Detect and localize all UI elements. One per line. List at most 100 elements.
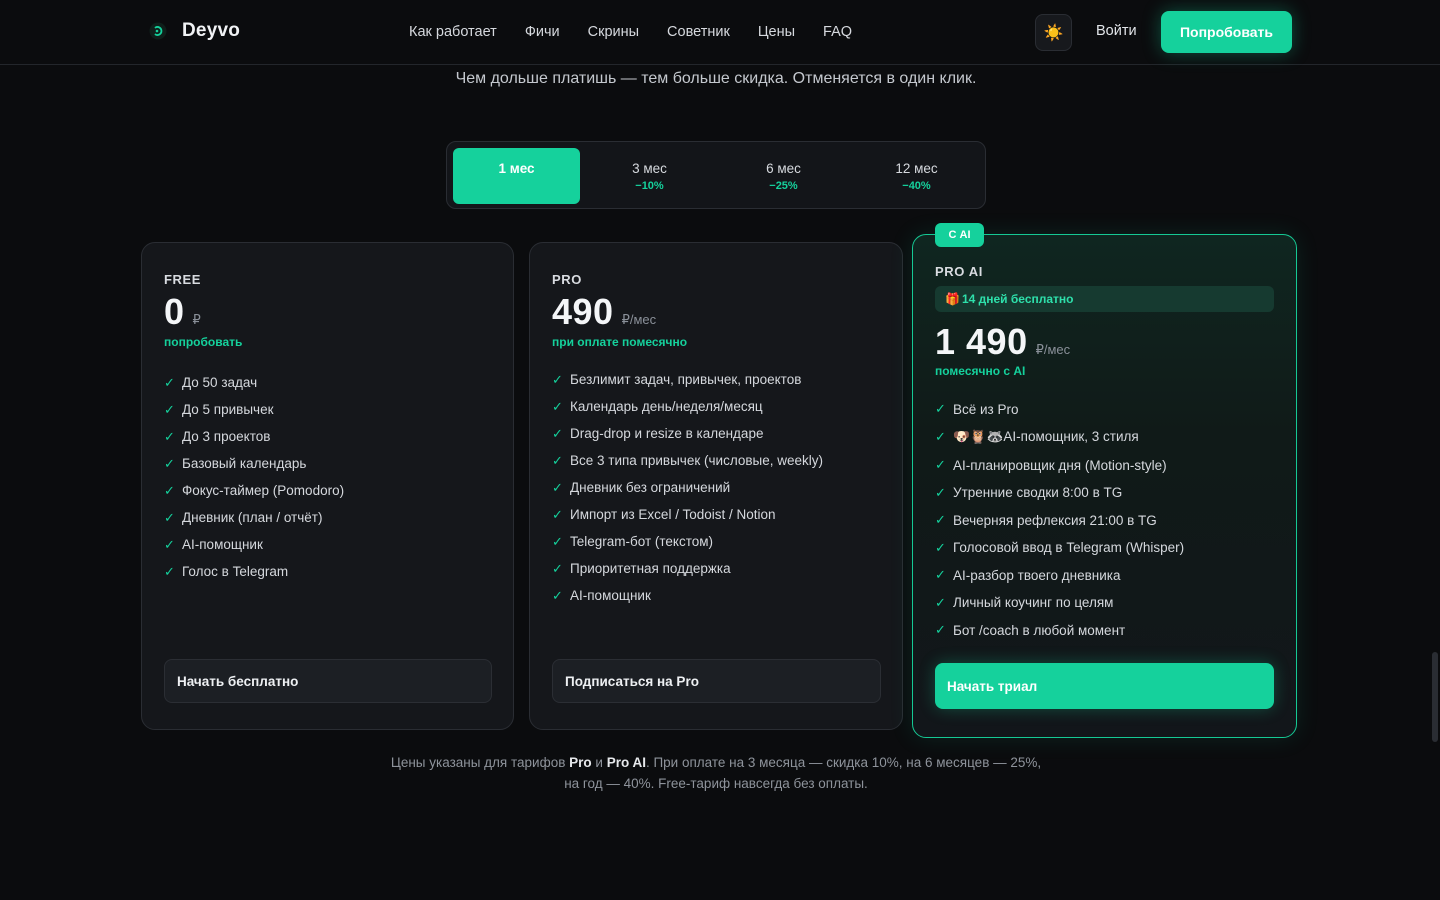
footnote-pro: Pro xyxy=(569,755,592,770)
nav-screenshots[interactable]: Скрины xyxy=(574,24,653,40)
feature-item: ✓ Дневник (план / отчёт) xyxy=(164,509,323,526)
gift-icon: 🎁 xyxy=(945,292,960,306)
feature-item: ✓ AI-помощник xyxy=(164,536,263,553)
check-icon: ✓ xyxy=(552,371,563,387)
feature-item: ✓ Безлимит задач, привычек, проектов xyxy=(552,371,802,388)
check-icon: ✓ xyxy=(552,560,563,576)
sun-icon: ☀️ xyxy=(1043,24,1064,42)
feature-item: ✓ До 3 проектов xyxy=(164,428,271,445)
check-icon: ✓ xyxy=(164,563,175,579)
period-label: 1 мес xyxy=(498,160,535,176)
check-icon: ✓ xyxy=(552,452,563,468)
main-nav: Как работает Фичи Скрины Советник Цены F… xyxy=(395,0,866,64)
feature-item: ✓ Drag-drop и resize в календаре xyxy=(552,425,764,442)
period-discount: −10% xyxy=(635,179,664,192)
feature-item: ✓ AI-помощник xyxy=(552,587,651,604)
nav-features[interactable]: Фичи xyxy=(511,24,574,40)
start-trial-button[interactable]: Начать триал xyxy=(935,663,1274,709)
plan-price-row: 1 490 ₽/мес xyxy=(935,321,1070,363)
plan-feature-list: ✓ Безлимит задач, привычек, проектов ✓ Кал… xyxy=(552,366,823,609)
plan-name: PRO xyxy=(552,272,582,287)
feature-item: ✓ Голосовой ввод в Telegram (Whisper) xyxy=(935,539,1185,556)
feature-item: ✓ Вечерняя рефлексия 21:00 в TG xyxy=(935,512,1157,528)
plan-price-note: попробовать xyxy=(164,335,243,349)
ai-badge: С AI xyxy=(935,223,984,247)
nav-how-it-works[interactable]: Как работает xyxy=(395,24,511,40)
plan-price: 0 xyxy=(164,291,185,332)
plan-price-note: помесячно с AI xyxy=(935,364,1026,378)
plan-card-free: FREE 0 ₽ попробовать ✓ До 50 задач ✓ До 5 … xyxy=(141,242,514,730)
period-discount: −25% xyxy=(769,179,798,192)
feature-item: ✓ Всё из Pro xyxy=(935,401,1019,417)
check-icon: ✓ xyxy=(164,482,175,498)
check-icon: ✓ xyxy=(935,484,946,500)
feature-item: ✓ 🐶🦉🦝AI-помощник, 3 стиля xyxy=(935,429,1139,444)
period-1-month[interactable]: 1 мес xyxy=(453,148,580,204)
check-icon: ✓ xyxy=(935,622,946,637)
period-discount: −40% xyxy=(902,179,931,192)
subscribe-pro-button[interactable]: Подписаться на Pro xyxy=(552,659,881,703)
page-scrollbar[interactable] xyxy=(1432,652,1438,742)
check-icon: ✓ xyxy=(164,536,175,552)
feature-item: ✓ Бот /coach в любой момент xyxy=(935,622,1126,638)
check-icon: ✓ xyxy=(552,425,563,441)
brand-name: Deyvo xyxy=(182,20,241,41)
check-icon: ✓ xyxy=(164,455,175,471)
plan-feature-list: ✓ До 50 задач ✓ До 5 привычек ✓ До 3 проект… xyxy=(164,369,344,585)
trial-text: 14 дней бесплатно xyxy=(961,292,1074,306)
top-header: Deyvo Как работает Фичи Скрины Советник … xyxy=(0,0,1440,65)
billing-period-switcher: 1 мес 3 мес −10% 6 мес −25% 12 мес −40% xyxy=(446,141,986,209)
try-button[interactable]: Попробовать xyxy=(1161,11,1292,53)
plan-price: 1 490 xyxy=(935,321,1028,362)
check-icon: ✓ xyxy=(164,401,175,417)
check-icon: ✓ xyxy=(552,533,563,549)
feature-item: ✓ Календарь день/неделя/месяц xyxy=(552,398,763,415)
nav-pricing[interactable]: Цены xyxy=(744,24,809,40)
feature-item: ✓ Telegram-бот (текстом) xyxy=(552,533,714,550)
footnote-line-2: на год — 40%. Free-тариф навсегда без оп… xyxy=(564,776,868,791)
pricing-footnote: Цены указаны для тарифов Pro и Pro AI. П… xyxy=(0,752,1432,794)
feature-item: ✓ Фокус-таймер (Pomodoro) xyxy=(164,482,345,499)
period-label: 12 мес xyxy=(895,160,938,176)
feature-item: ✓ Все 3 типа привычек (числовые, weekly) xyxy=(552,452,823,469)
period-12-months[interactable]: 12 мес −40% xyxy=(853,148,980,204)
period-6-months[interactable]: 6 мес −25% xyxy=(720,148,847,204)
plan-price-row: 0 ₽ xyxy=(164,291,201,333)
check-icon: ✓ xyxy=(935,429,946,444)
period-3-months[interactable]: 3 мес −10% xyxy=(586,148,713,204)
feature-item: ✓ Импорт из Excel / Todoist / Notion xyxy=(552,506,776,523)
plan-price: 490 xyxy=(552,291,614,332)
period-label: 6 мес xyxy=(766,160,801,176)
feature-item: ✓ Базовый календарь xyxy=(164,455,307,472)
feature-item: ✓ AI-планировщик дня (Motion-style) xyxy=(935,457,1167,473)
nav-advisor[interactable]: Советник xyxy=(653,24,744,40)
plan-price-note: при оплате помесячно xyxy=(552,335,688,349)
check-icon: ✓ xyxy=(552,398,563,414)
plan-price-unit: ₽ xyxy=(192,312,201,327)
plan-price-row: 490 ₽/мес xyxy=(552,291,656,333)
plan-price-unit: ₽/мес xyxy=(1035,342,1071,357)
plan-name: FREE xyxy=(164,272,202,287)
login-link[interactable]: Войти xyxy=(1096,23,1137,39)
brand-logo[interactable]: Deyvo xyxy=(148,20,240,42)
check-icon: ✓ xyxy=(552,479,563,495)
start-free-button[interactable]: Начать бесплатно xyxy=(164,659,492,703)
feature-item: ✓ До 5 привычек xyxy=(164,401,274,418)
check-icon: ✓ xyxy=(935,401,946,416)
period-label: 3 мес xyxy=(632,160,667,176)
check-icon: ✓ xyxy=(552,506,563,522)
footnote-proai: Pro AI xyxy=(606,755,646,770)
check-icon: ✓ xyxy=(935,539,946,555)
check-icon: ✓ xyxy=(164,374,175,390)
nav-faq[interactable]: FAQ xyxy=(809,24,866,40)
feature-item: ✓ AI-разбор твоего дневника xyxy=(935,567,1121,583)
check-icon: ✓ xyxy=(164,428,175,444)
deyvo-logo-icon xyxy=(148,21,168,41)
trial-banner: 🎁 14 дней бесплатно xyxy=(935,286,1274,312)
pricing-subtitle: Чем дольше платишь — тем больше скидка. … xyxy=(455,70,977,87)
plan-price-unit: ₽/мес xyxy=(621,312,657,327)
check-icon: ✓ xyxy=(935,512,946,527)
check-icon: ✓ xyxy=(164,509,175,525)
feature-item: ✓ Дневник без ограничений xyxy=(552,479,731,496)
theme-toggle-button[interactable]: ☀️ xyxy=(1035,14,1072,51)
